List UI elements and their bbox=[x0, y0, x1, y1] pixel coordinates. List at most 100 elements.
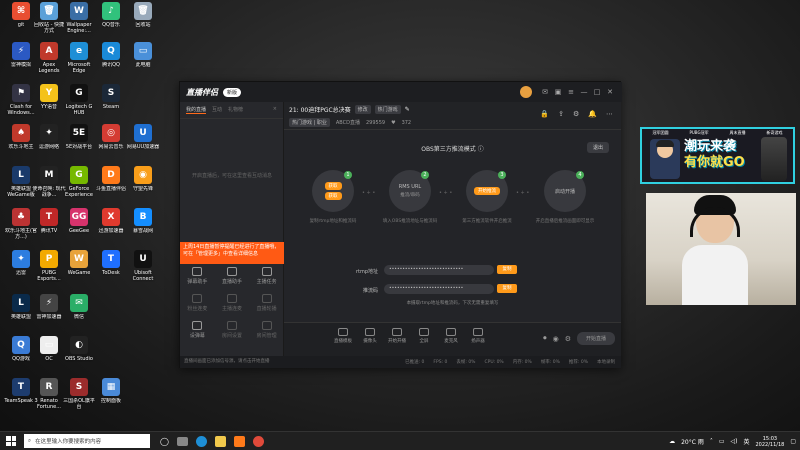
tool-button[interactable]: 房间管理 bbox=[249, 321, 284, 339]
eye-icon[interactable]: ◉ bbox=[553, 335, 559, 343]
file-explorer-icon[interactable] bbox=[176, 436, 188, 446]
desktop-icon[interactable]: ♪ QQ音乐 bbox=[94, 2, 128, 28]
more-icon[interactable]: ⋯ bbox=[606, 110, 613, 118]
desktop-icon[interactable]: GG GeeGee bbox=[62, 208, 96, 234]
tool-button[interactable]: 主播任务 bbox=[249, 267, 284, 285]
network-icon[interactable]: ▭ bbox=[719, 438, 725, 445]
desktop-icon[interactable]: ◐ OBS Studio bbox=[62, 336, 96, 362]
desktop-icon[interactable]: e Microsoft Edge bbox=[62, 42, 96, 74]
desktop-icon[interactable]: T 腾讯TV bbox=[32, 208, 66, 234]
notification-icon[interactable]: ▢ bbox=[790, 438, 796, 445]
stream-key-field[interactable]: •••••••••••••••••••••••••••• bbox=[384, 284, 494, 294]
desktop-icon[interactable]: ⚡ 雷神加速器 bbox=[32, 294, 66, 320]
tab-interact[interactable]: 互动 bbox=[212, 106, 222, 114]
share-icon[interactable]: ⇪ bbox=[558, 110, 564, 118]
category-button[interactable]: 热门游戏 bbox=[374, 105, 401, 114]
toolbar-item[interactable]: 直播模板 bbox=[332, 328, 354, 344]
volume-icon[interactable]: ◁) bbox=[731, 438, 738, 445]
step-2: 2 RMS URL 推流/串码 bbox=[389, 170, 431, 212]
live-companion-task-icon[interactable] bbox=[233, 435, 245, 447]
desktop-icon[interactable]: R Renato Fortune... bbox=[32, 378, 66, 410]
exit-obs-button[interactable]: 退出 bbox=[586, 142, 609, 153]
edit-title-button[interactable]: 修改 bbox=[354, 105, 371, 114]
copy-rtmp-button[interactable]: 复制 bbox=[497, 265, 517, 274]
desktop-icon[interactable]: B 暴雪战网 bbox=[126, 208, 160, 234]
toolbar-item[interactable]: 摄像头 bbox=[359, 328, 381, 344]
desktop-icon[interactable]: ◎ 网易云音乐 bbox=[94, 124, 128, 150]
tool-button[interactable]: 粉丝连麦 bbox=[180, 294, 215, 312]
version-badge[interactable]: 新版 bbox=[223, 87, 242, 97]
tool-button[interactable]: 主播连麦 bbox=[215, 294, 250, 312]
desktop-icon[interactable]: ◉ 守望先锋 bbox=[126, 166, 160, 192]
desktop-icon[interactable]: Q 腾讯QQ bbox=[94, 42, 128, 68]
desktop-icon[interactable]: U Ubisoft Connect bbox=[126, 250, 160, 282]
desktop-icon[interactable]: 5E 5E对战平台 bbox=[62, 124, 96, 150]
start-live-button[interactable]: 开始直播 bbox=[576, 332, 615, 345]
status-item: 推荐: 0% bbox=[568, 360, 588, 365]
desktop-icon[interactable]: ▦ 控制面板 bbox=[94, 378, 128, 404]
tool-button[interactable]: 弹幕助手 bbox=[180, 267, 215, 285]
toolbar-item[interactable]: 全屏 bbox=[413, 328, 435, 344]
minimize-icon[interactable]: — bbox=[578, 88, 590, 96]
desktop-icon[interactable]: G Logitech G HUB bbox=[62, 84, 96, 116]
copy-key-button[interactable]: 复制 bbox=[497, 284, 517, 293]
notice-banner[interactable]: 上周14日直播暂停提醒已经进行了直播哦，可在「管理更多」中查看详细信息 bbox=[180, 242, 284, 264]
chrome-icon[interactable] bbox=[252, 435, 264, 447]
mail-icon[interactable]: ✉ bbox=[539, 88, 551, 96]
desktop-icon[interactable]: P PUBG Esports... bbox=[32, 250, 66, 282]
tool-label: 设弹幕 bbox=[189, 333, 205, 339]
weather-text[interactable]: 20°C 雨 bbox=[681, 437, 704, 446]
settings-icon[interactable]: ⚙ bbox=[573, 110, 579, 118]
desktop-icon[interactable]: A Apex Legends bbox=[32, 42, 66, 74]
tray-chevron-icon[interactable]: ˄ bbox=[710, 438, 713, 445]
tag-chip[interactable]: 热门游戏 | 职业 bbox=[289, 118, 330, 127]
desktop-icon[interactable]: 🗑 回收站 bbox=[126, 2, 160, 28]
start-button[interactable] bbox=[4, 434, 18, 448]
tab-my-live[interactable]: 我的直播 bbox=[186, 106, 207, 114]
help-icon[interactable]: ⓘ bbox=[478, 146, 484, 153]
taskbar-search[interactable]: ⌕ 在这里输入你要搜索的内容 bbox=[24, 434, 150, 448]
clock[interactable]: 15:03 2022/11/18 bbox=[756, 436, 785, 448]
folder-icon[interactable] bbox=[214, 435, 226, 447]
desktop-icon[interactable]: ▭ 此电脑 bbox=[126, 42, 160, 68]
desktop-icon[interactable]: M 使命召唤: 现代战争... bbox=[32, 166, 66, 198]
weather-icon[interactable]: ☁ bbox=[669, 438, 675, 445]
desktop-icon[interactable]: G GeForce Experience bbox=[62, 166, 96, 198]
menu-icon[interactable]: ≡ bbox=[565, 88, 577, 96]
rtmp-url-field[interactable]: •••••••••••••••••••••••••••• bbox=[384, 265, 494, 275]
toolbar-item[interactable]: 扬声器 bbox=[467, 328, 489, 344]
message-icon[interactable]: ▣ bbox=[552, 88, 564, 96]
desktop-icon[interactable]: W WeGame bbox=[62, 250, 96, 276]
task-view-icon[interactable]: ◯ bbox=[160, 437, 169, 446]
tool-button[interactable]: 设弹幕 bbox=[180, 321, 215, 339]
user-avatar[interactable] bbox=[520, 86, 532, 98]
desktop-icon[interactable]: T ToDesk bbox=[94, 250, 128, 276]
bell-icon[interactable]: 🔔 bbox=[588, 110, 597, 118]
tool-button[interactable]: 房间设置 bbox=[215, 321, 250, 339]
sidebar-close-icon[interactable]: × bbox=[273, 106, 277, 114]
tool-button[interactable]: 直播轮播 bbox=[249, 294, 284, 312]
close-icon[interactable]: ✕ bbox=[604, 88, 616, 96]
tab-gift-rank[interactable]: 礼物榜 bbox=[228, 106, 243, 114]
maximize-icon[interactable]: □ bbox=[591, 88, 603, 96]
desktop-icon[interactable]: Y YY语音 bbox=[32, 84, 66, 110]
desktop-icon[interactable]: ▭ OC bbox=[32, 336, 66, 362]
lock-icon[interactable]: 🔒 bbox=[540, 110, 549, 118]
input-language[interactable]: 英 bbox=[743, 437, 749, 446]
desktop-icon[interactable]: X 迅游加速器 bbox=[94, 208, 128, 234]
desktop-icon[interactable]: W Wallpaper Engine:... bbox=[62, 2, 96, 34]
desktop-icon[interactable]: D 斗鱼直播伴侣 bbox=[94, 166, 128, 192]
gear-icon[interactable]: ⚙ bbox=[565, 335, 571, 343]
record-icon[interactable]: ⏺ bbox=[543, 334, 547, 343]
desktop-icon[interactable]: U 网易UU加速器 bbox=[126, 124, 160, 150]
desktop-icon[interactable]: S Steam bbox=[94, 84, 128, 110]
edge-icon[interactable] bbox=[195, 435, 207, 447]
tool-button[interactable]: 直播助手 bbox=[215, 267, 250, 285]
edit-icon[interactable]: ✎ bbox=[405, 106, 410, 113]
toolbar-item[interactable]: 麦克风 bbox=[440, 328, 462, 344]
desktop-icon[interactable]: 🗑 回收站 - 快捷方式 bbox=[32, 2, 66, 34]
desktop-icon[interactable]: S 三国杀OL旗平台 bbox=[62, 378, 96, 410]
toolbar-item[interactable]: 开始开播 bbox=[386, 328, 408, 344]
desktop-icon[interactable]: ✉ 微信 bbox=[62, 294, 96, 320]
desktop-icon[interactable]: ✦ 逗游网络 bbox=[32, 124, 66, 150]
